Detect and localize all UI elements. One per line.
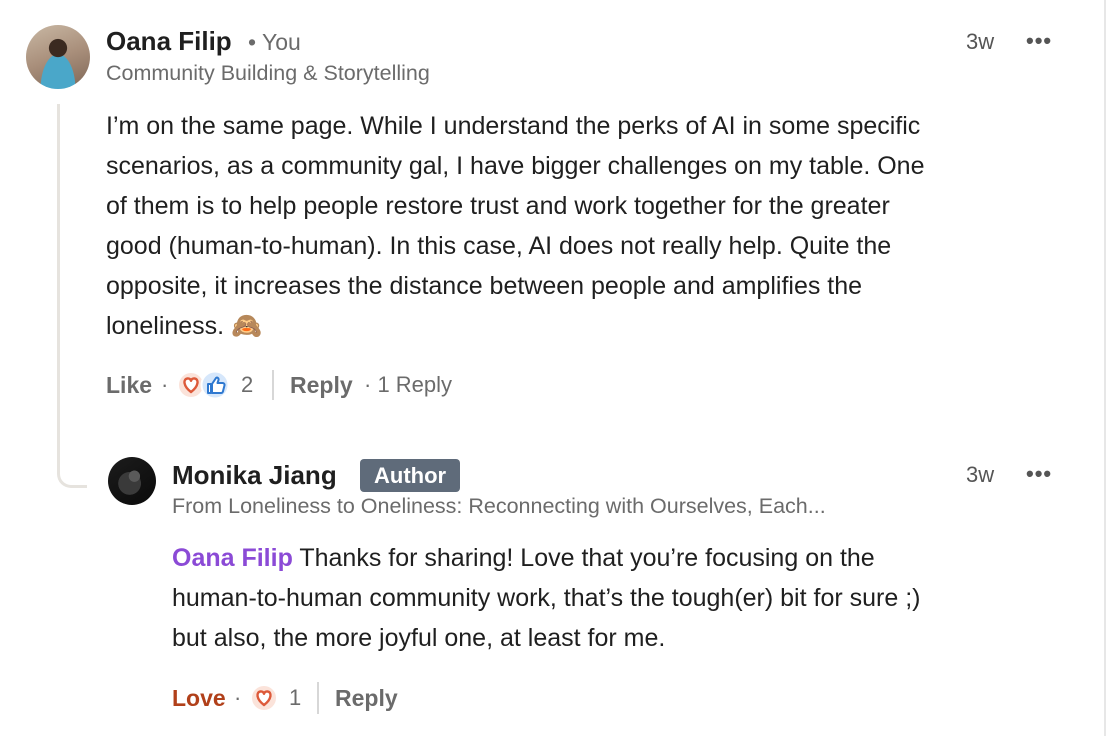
reply-button[interactable]: Reply — [335, 685, 398, 712]
love-button[interactable]: Love — [172, 685, 226, 712]
divider — [317, 682, 319, 714]
comment-line: I’m on the same page. While I understand… — [106, 112, 921, 140]
separator-dot: · — [161, 372, 169, 397]
you-label: • You — [248, 29, 301, 55]
reply-text: Thanks for sharing! Love that you’re foc… — [292, 544, 875, 572]
reply-body: Oana Filip Thanks for sharing! Love that… — [172, 538, 920, 658]
more-options-icon[interactable]: ••• — [1026, 461, 1052, 487]
comment-body: I’m on the same page. While I understand… — [106, 106, 925, 346]
reaction-count[interactable]: 2 — [241, 372, 253, 398]
author-headline: Community Building & Storytelling — [106, 61, 430, 85]
separator-dot: · — [234, 685, 242, 710]
reply-author-name[interactable]: Monika Jiang — [172, 460, 337, 491]
comment-line: good (human-to-human). In this case, AI … — [106, 232, 892, 260]
heart-reaction-icon — [250, 684, 278, 712]
reactions-summary[interactable] — [249, 683, 281, 713]
reaction-count[interactable]: 1 — [289, 685, 301, 711]
timestamp: 3w — [966, 29, 995, 54]
divider — [272, 370, 274, 400]
more-options-icon[interactable]: ••• — [1026, 28, 1052, 54]
author-headline: From Loneliness to Oneliness: Reconnecti… — [172, 494, 826, 518]
reactions-summary[interactable] — [177, 370, 233, 400]
avatar[interactable] — [26, 25, 90, 89]
reply-line: Oana Filip Thanks for sharing! Love that… — [172, 538, 920, 578]
reply-line: human-to-human community work, that’s th… — [172, 584, 921, 612]
comment-line: scenarios, as a community gal, I have bi… — [106, 152, 925, 180]
reply-button[interactable]: Reply — [290, 372, 353, 399]
timestamp: 3w — [966, 462, 995, 487]
like-button[interactable]: Like — [106, 372, 152, 399]
replies-count-link[interactable]: · 1 Reply — [364, 372, 452, 398]
mention-link[interactable]: Oana Filip — [172, 544, 293, 572]
thread-line — [57, 104, 87, 488]
thumbs-up-reaction-icon — [200, 370, 230, 400]
author-badge: Author — [360, 459, 461, 492]
comment-author-name[interactable]: Oana Filip — [106, 26, 232, 57]
comment-line: opposite, it increases the distance betw… — [106, 272, 863, 300]
heart-reaction-icon — [177, 371, 205, 399]
reply-line: but also, the more joyful one, at least … — [172, 624, 666, 652]
avatar[interactable] — [108, 457, 156, 505]
comment-line: loneliness. 🙈 — [106, 312, 263, 340]
comment-line: of them is to help people restore trust … — [106, 192, 890, 220]
